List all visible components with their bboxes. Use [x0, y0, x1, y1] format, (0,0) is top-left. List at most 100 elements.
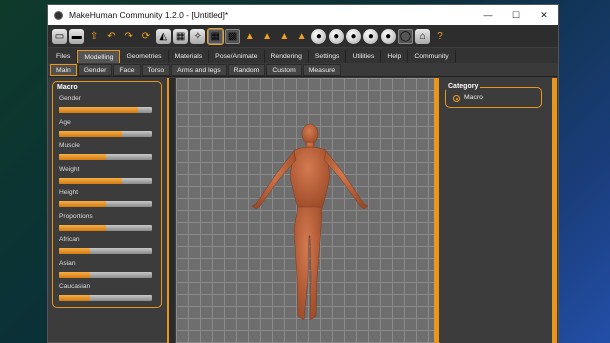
- tab-settings[interactable]: Settings: [309, 50, 347, 63]
- african-slider[interactable]: [59, 248, 152, 254]
- top-view-icon[interactable]: ●: [311, 28, 327, 44]
- asian-slider[interactable]: [59, 271, 152, 278]
- slider-african: African: [59, 235, 155, 254]
- slider-label: Asian: [59, 259, 76, 267]
- tab-modelling[interactable]: Modelling: [77, 50, 121, 63]
- caucasian-slider[interactable]: [59, 295, 152, 301]
- tab-materials[interactable]: Materials: [169, 50, 210, 63]
- model-legs: [293, 206, 323, 321]
- slider-label: Height: [59, 189, 79, 196]
- grid-icon[interactable]: ▦: [206, 27, 224, 45]
- slider-label: African: [59, 236, 80, 243]
- slider-height: Height: [59, 188, 155, 207]
- right-panel: [440, 78, 558, 343]
- left-view-icon[interactable]: ▲: [277, 29, 292, 44]
- smooth-icon[interactable]: ◭: [155, 28, 171, 44]
- subtab-arms-and-legs[interactable]: Arms and legs: [171, 63, 227, 76]
- subtab-random[interactable]: Random: [227, 63, 266, 76]
- front-view-icon[interactable]: ▲: [242, 29, 257, 44]
- model-torso: [289, 146, 331, 209]
- window-title: MakeHuman Community 1.2.0 - [Untitled]*: [69, 10, 229, 20]
- slider-label: Weight: [59, 165, 80, 173]
- right-view-icon[interactable]: ▲: [294, 29, 309, 44]
- redo-icon[interactable]: ↷: [121, 29, 136, 44]
- 3d-viewport[interactable]: [176, 78, 438, 343]
- pose-icon[interactable]: ✧: [190, 28, 206, 44]
- slider-fill: [59, 107, 139, 113]
- tab-pose-animate[interactable]: Pose/Animate: [209, 50, 265, 63]
- macro-panel-title: Macro: [57, 84, 78, 91]
- slider-fill: [59, 295, 90, 301]
- undo-icon[interactable]: ↶: [104, 29, 119, 44]
- slider-gender: Gender: [59, 94, 155, 113]
- save-icon[interactable]: ▬: [69, 28, 85, 44]
- minimize-button[interactable]: —: [474, 5, 502, 25]
- slider-label: Proportions: [59, 212, 93, 220]
- macro-panel: Macro Gender Age Muscle Weight Height Proport…: [52, 81, 162, 308]
- height-slider[interactable]: [59, 201, 152, 207]
- slider-label: Muscle: [59, 142, 80, 149]
- face-view-icon[interactable]: ●: [346, 28, 362, 44]
- subtab-gender[interactable]: Gender: [77, 63, 113, 76]
- slider-asian: Asian: [59, 259, 155, 278]
- back-view-icon[interactable]: ▲: [260, 29, 275, 44]
- tab-utilities[interactable]: Utilities: [346, 50, 382, 63]
- subtab-torso[interactable]: Torso: [141, 63, 171, 76]
- checker-icon[interactable]: ▩: [224, 28, 240, 44]
- slider-fill: [59, 130, 123, 137]
- slider-age: Age: [59, 118, 155, 137]
- reset-icon[interactable]: ⟳: [138, 29, 153, 44]
- age-slider[interactable]: [59, 130, 152, 137]
- slider-label: Gender: [59, 95, 81, 102]
- macro-radio-label[interactable]: Macro: [464, 94, 483, 101]
- slider-muscle: Muscle: [59, 141, 155, 160]
- model-right-arm: [323, 150, 369, 210]
- tab-rendering[interactable]: Rendering: [265, 50, 309, 63]
- subtab-measure[interactable]: Measure: [302, 63, 342, 76]
- mask-view-icon[interactable]: ●: [380, 28, 396, 44]
- macro-radio-button[interactable]: [453, 95, 460, 102]
- screenshot-icon[interactable]: ⌂: [415, 28, 431, 44]
- new-icon[interactable]: ▭: [52, 28, 67, 44]
- tab-files[interactable]: Files: [50, 50, 78, 63]
- tab-community[interactable]: Community: [408, 50, 456, 63]
- title-bar: MakeHuman Community 1.2.0 - [Untitled]* …: [48, 5, 558, 25]
- subtab-face[interactable]: Face: [113, 63, 141, 76]
- far-right-scrollbar[interactable]: [552, 78, 557, 343]
- bottom-view-icon[interactable]: ●: [328, 28, 344, 44]
- close-button[interactable]: ✕: [530, 5, 558, 25]
- maximize-button[interactable]: ☐: [502, 5, 530, 25]
- slider-proportions: Proportions: [59, 212, 155, 231]
- weight-slider[interactable]: [59, 177, 152, 184]
- gender-slider[interactable]: [59, 107, 152, 113]
- slider-label: Caucasian: [59, 283, 91, 290]
- app-icon: [54, 10, 63, 20]
- model-head: [301, 123, 319, 145]
- slider-fill: [59, 248, 90, 254]
- app-window: MakeHuman Community 1.2.0 - [Untitled]* …: [47, 4, 559, 343]
- subtab-main[interactable]: Main: [50, 63, 77, 76]
- export-icon[interactable]: ⇧: [87, 29, 102, 44]
- slider-label: Age: [59, 118, 71, 126]
- slider-fill: [59, 177, 123, 184]
- help-icon[interactable]: ?: [433, 29, 448, 44]
- left-divider: [169, 78, 175, 343]
- tab-help[interactable]: Help: [381, 50, 409, 63]
- muscle-slider[interactable]: [59, 154, 152, 160]
- human-model: [251, 123, 369, 321]
- wireframe-icon[interactable]: ▦: [173, 28, 189, 44]
- ring-view-icon[interactable]: ◯: [397, 28, 413, 44]
- slider-caucasian: Caucasian: [59, 282, 155, 301]
- slider-fill: [59, 154, 106, 160]
- model-left-arm: [251, 150, 297, 210]
- slider-fill: [59, 201, 106, 207]
- slider-fill: [59, 224, 106, 231]
- tab-geometries[interactable]: Geometries: [120, 50, 169, 63]
- toolbar: ▭ ▬ ⇧ ↶ ↷ ⟳ ◭ ▦ ✧ ▦ ▩ ▲ ▲ ▲ ▲ ● ● ● ● ● ◯ ⌂?: [48, 25, 558, 47]
- category-title: Category: [446, 83, 481, 90]
- right-scrollbar[interactable]: [434, 78, 439, 343]
- sub-tab-bar: Main Gender Face Torso Arms and legs Random Cu…: [48, 63, 558, 77]
- hand-view-icon[interactable]: ●: [363, 28, 379, 44]
- subtab-custom[interactable]: Custom: [266, 63, 302, 76]
- proportions-slider[interactable]: [59, 224, 152, 231]
